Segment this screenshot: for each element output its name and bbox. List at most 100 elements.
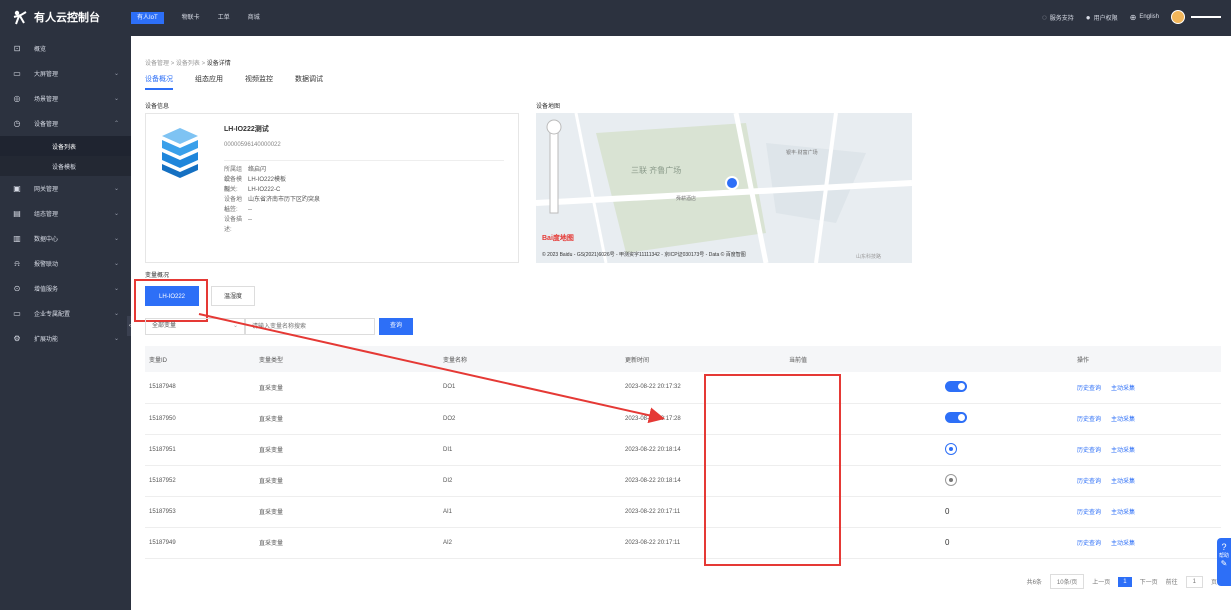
active-collect-link[interactable]: 主动采集 [1111,386,1135,392]
attr-template-key: 设备模板: [224,177,243,193]
sidebar: ⊡ 概览 ▭ 大屏管理 ⌄ ◎ 场景管理 ⌄ ◷ 设备管理 ⌃ 设备列表 设备模板 ▣ 网关管理… [0,36,131,610]
chevron-up-icon: ⌃ [113,121,119,127]
chevron-down-icon: ⌄ [113,311,119,317]
attr-desc-value: -- [248,217,252,223]
variable-filter-select[interactable]: 全部变量 ⌄ [145,318,245,335]
nav-tab-ticket[interactable]: 工单 [218,12,230,24]
nav-tab-store[interactable]: 商城 [248,12,260,24]
chevron-down-icon: ⌄ [113,186,119,192]
top-bar: 有人云控制台 有人IoT 物联卡 工单 商城 ◌ 服务支持 ● 用户权限 ⊕ Engl… [0,0,1231,36]
tab-debug[interactable]: 数据调试 [295,74,323,90]
app-logo[interactable]: 有人云控制台 [12,9,100,25]
active-collect-link[interactable]: 主动采集 [1111,541,1135,547]
device-map-heading: 设备地图 [536,104,561,110]
globe-icon: ⊕ [1129,12,1137,22]
sidebar-item-config[interactable]: ▤ 组态管理 ⌄ [0,201,131,226]
attr-tag-value: -- [248,207,252,213]
table-row: 15187953 直采变量 AI1 2023-08-22 20:17:11 0 历史查询主… [145,496,1221,528]
value-indicator [945,473,957,486]
page-size-select[interactable]: 10条/页 [1049,574,1085,589]
sidebar-item-device-list[interactable]: 设备列表 [0,136,131,156]
col-id: 变量ID [145,346,255,372]
page-1-button[interactable]: 1 [1118,576,1132,587]
circle-plus-icon: ⊙ [13,284,21,293]
content-panel: 设备管理 > 设备列表 > 设备详情 设备概况 组态应用 视频监控 数据调试 设… [131,36,1231,610]
pagination: 共6条 10条/页 上一页 1 下一页 前往 1 页 [1027,574,1217,589]
history-query-link[interactable]: 历史查询 [1077,510,1101,516]
value-toggle[interactable] [945,412,967,423]
device-attributes: 所属组织: 络启闪 设备模板: LH-IO222模板 网关: LH-IO222-C 设… [224,160,504,233]
sidebar-item-device[interactable]: ◷ 设备管理 ⌃ [0,111,131,136]
nav-tab-iot[interactable]: 有人IoT [131,12,164,24]
sidebar-item-label: 网关管理 [34,187,59,193]
history-query-link[interactable]: 历史查询 [1077,541,1101,547]
cell-variable-type: 直采变量 [255,403,439,435]
search-input[interactable] [245,318,375,335]
active-collect-link[interactable]: 主动采集 [1111,510,1135,516]
next-page-button[interactable]: 下一页 [1140,577,1158,586]
active-collect-link[interactable]: 主动采集 [1111,479,1135,485]
active-collect-link[interactable]: 主动采集 [1111,448,1135,454]
value-toggle[interactable] [945,380,967,392]
permission-link[interactable]: ● 用户权限 [1086,13,1118,22]
scene-icon: ◎ [13,94,21,103]
map-canvas [536,113,912,263]
cell-variable-name: DO2 [439,403,621,435]
nav-tab-simcard[interactable]: 物联卡 [182,12,200,24]
history-query-link[interactable]: 历史查询 [1077,417,1101,423]
sidebar-item-label: 大屏管理 [34,72,59,78]
breadcrumb-device-list[interactable]: 设备列表 [176,61,200,67]
device-stack-icon [162,128,198,178]
breadcrumb-device-manage[interactable]: 设备管理 [145,61,169,67]
cell-variable-name: DO1 [439,372,621,404]
sidebar-item-device-template[interactable]: 设备模板 [0,156,131,176]
tab-overview[interactable]: 设备概况 [145,74,173,90]
chevron-down-icon: ⌄ [232,323,238,329]
cell-variable-name: AI2 [439,527,621,559]
support-link[interactable]: ◌ 服务支持 [1042,13,1074,22]
col-type: 变量类型 [255,346,439,372]
tab-temp-humidity[interactable]: 温湿度 [211,286,255,306]
history-query-link[interactable]: 历史查询 [1077,479,1101,485]
sidebar-item-scene[interactable]: ◎ 场景管理 ⌄ [0,86,131,111]
user-name-redacted [1191,16,1221,18]
sidebar-item-screen[interactable]: ▭ 大屏管理 ⌄ [0,61,131,86]
prev-page-button[interactable]: 上一页 [1092,577,1110,586]
cell-variable-id: 15187948 [145,372,255,404]
cell-variable-type: 直采变量 [255,496,439,528]
history-query-link[interactable]: 历史查询 [1077,448,1101,454]
col-current: 当前值 [785,346,1073,372]
help-button[interactable]: ? 帮助 ✎ [1217,538,1231,586]
gateway-icon: ▣ [13,184,21,193]
avatar[interactable] [1171,10,1185,24]
table-row: 15187950 直采变量 DO2 2023-08-22 20:17:28 历史查询 主动… [145,403,1221,435]
attr-desc-key: 设备描述: [224,217,243,233]
tab-config-app[interactable]: 组态应用 [195,74,223,90]
sidebar-item-data[interactable]: ▥ 数据中心 ⌄ [0,226,131,251]
sidebar-item-enterprise[interactable]: ▭ 企业专属配置 ⌄ [0,301,131,326]
sidebar-item-overview[interactable]: ⊡ 概览 [0,36,131,61]
query-button[interactable]: 查询 [379,318,413,335]
cell-actions: 历史查询 主动采集 [1073,403,1221,435]
device-map[interactable]: 三联 齐鲁广场 舜耕酒店 银丰·财富广场 Bai度地图 山东科技路 © 2023… [536,113,912,263]
chevron-down-icon: ⌄ [113,261,119,267]
sidebar-item-alarm[interactable]: ⍾ 报警联动 ⌄ [0,251,131,276]
tab-video[interactable]: 视频监控 [245,74,273,90]
device-info-heading: 设备信息 [145,104,170,110]
attr-gateway-key: 网关: [224,187,238,193]
sidebar-item-gateway[interactable]: ▣ 网关管理 ⌄ [0,176,131,201]
cell-actions: 历史查询 主动采集 [1073,496,1221,528]
device-serial: 00000596140000022 [224,142,281,148]
sidebar-item-value-added[interactable]: ⊙ 增值服务 ⌄ [0,276,131,301]
table-row: 15187951 直采变量 DI1 2023-08-22 20:18:14 历史查询 主动… [145,434,1221,466]
table-header-row: 变量ID 变量类型 变量名称 更新时间 当前值 操作 [145,346,1221,372]
sidebar-item-extensions[interactable]: ⚙ 扩展功能 ⌄ [0,326,131,351]
goto-page-input[interactable]: 1 [1185,575,1203,588]
history-query-link[interactable]: 历史查询 [1077,386,1101,392]
sidebar-item-label: 数据中心 [34,237,59,243]
table-row: 15187948 直采变量 DO1 2023-08-22 20:17:32 历史查询 主动… [145,372,1221,404]
chevron-down-icon: ⌄ [113,236,119,242]
active-collect-link[interactable]: 主动采集 [1111,417,1135,423]
variable-table: 变量ID 变量类型 变量名称 更新时间 当前值 操作 15187948 直采变量 D… [145,346,1221,559]
language-switch[interactable]: ⊕ English [1130,13,1159,22]
